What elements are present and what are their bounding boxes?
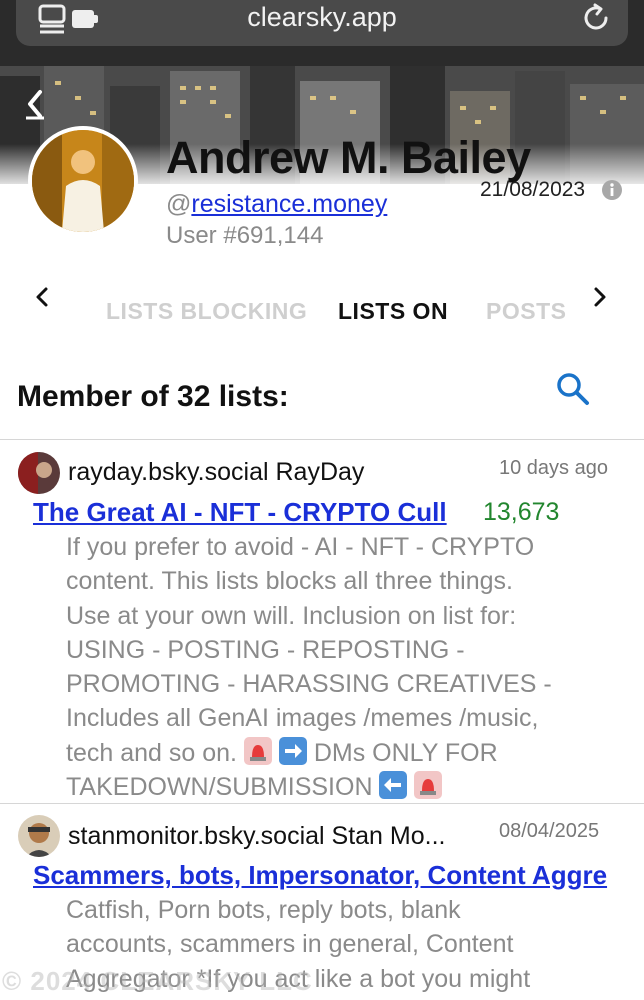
- reload-icon[interactable]: [580, 2, 612, 34]
- handle-prefix: @: [166, 190, 192, 218]
- tabs-next-icon[interactable]: [592, 286, 608, 308]
- siren-emoji-icon: [243, 736, 272, 765]
- list-member-count: 13,673: [483, 498, 560, 526]
- list-date: 08/04/2025: [499, 820, 600, 842]
- description-line: Use at your own will. Inclusion on list …: [66, 601, 517, 630]
- left-arrow-emoji-icon: [379, 771, 408, 800]
- list-name-link[interactable]: Scammers, bots, Impersonator, Content Ag…: [33, 860, 644, 891]
- description-text: TAKEDOWN/SUBMISSION: [66, 773, 373, 802]
- list-owner[interactable]: stanmonitor.bsky.social Stan Mo...: [68, 822, 445, 851]
- info-icon[interactable]: [601, 179, 623, 201]
- search-icon[interactable]: [556, 372, 590, 406]
- joined-date: 21/08/2023: [480, 178, 586, 201]
- members-title: Member of 32 lists:: [17, 380, 289, 413]
- description-text: tech and so on.: [66, 738, 237, 767]
- owner-avatar-image: [18, 815, 60, 857]
- list-owner-avatar[interactable]: [18, 452, 60, 494]
- description-line: TAKEDOWN/SUBMISSION: [66, 770, 626, 804]
- siren-emoji-icon: [414, 771, 443, 800]
- profile-avatar[interactable]: [28, 126, 138, 236]
- list-owner-avatar[interactable]: [18, 815, 60, 857]
- list-date: 10 days ago: [499, 457, 608, 479]
- divider: [0, 803, 644, 804]
- tab-lists-blocking[interactable]: LISTS BLOCKING: [106, 298, 307, 325]
- description-line: Includes all GenAI images /memes /music,: [66, 704, 539, 733]
- right-arrow-emoji-icon: [278, 736, 307, 765]
- url-text[interactable]: clearsky.app: [16, 2, 628, 33]
- tabs-prev-icon[interactable]: [34, 286, 50, 308]
- handle-link[interactable]: resistance.money: [191, 190, 387, 218]
- copyright-watermark: © 2024 CLEARSKY LLC: [2, 966, 313, 996]
- list-description: If you prefer to avoid - AI - NFT - CRYP…: [66, 530, 626, 804]
- description-text: DMs ONLY FOR: [313, 738, 498, 767]
- back-icon[interactable]: [24, 88, 46, 120]
- description-line: content. This lists blocks all three thi…: [66, 567, 513, 596]
- handle-row: @resistance.money: [166, 190, 387, 219]
- description-line: Catfish, Porn bots, reply bots, blank: [66, 896, 461, 924]
- user-number: User #691,144: [166, 222, 324, 249]
- tab-lists-on[interactable]: LISTS ON: [338, 298, 448, 325]
- owner-avatar-image: [18, 452, 60, 494]
- browser-chrome: clearsky.app: [0, 0, 644, 66]
- description-line: USING - POSTING - REPOSTING -: [66, 635, 465, 664]
- avatar-photo: [32, 130, 134, 232]
- display-name: Andrew M. Bailey: [166, 132, 531, 183]
- divider: [0, 439, 644, 440]
- tab-posts[interactable]: POSTS: [486, 298, 566, 325]
- description-line: tech and so on. DMs ONLY FOR: [66, 736, 626, 770]
- description-line: PROMOTING - HARASSING CREATIVES -: [66, 670, 552, 699]
- list-owner[interactable]: rayday.bsky.social RayDay: [68, 458, 364, 487]
- address-bar[interactable]: clearsky.app: [16, 0, 628, 46]
- description-line: If you prefer to avoid - AI - NFT - CRYP…: [66, 533, 535, 561]
- list-name-link[interactable]: The Great AI - NFT - CRYPTO Cull: [33, 497, 447, 528]
- description-line: accounts, scammers in general, Content: [66, 930, 514, 959]
